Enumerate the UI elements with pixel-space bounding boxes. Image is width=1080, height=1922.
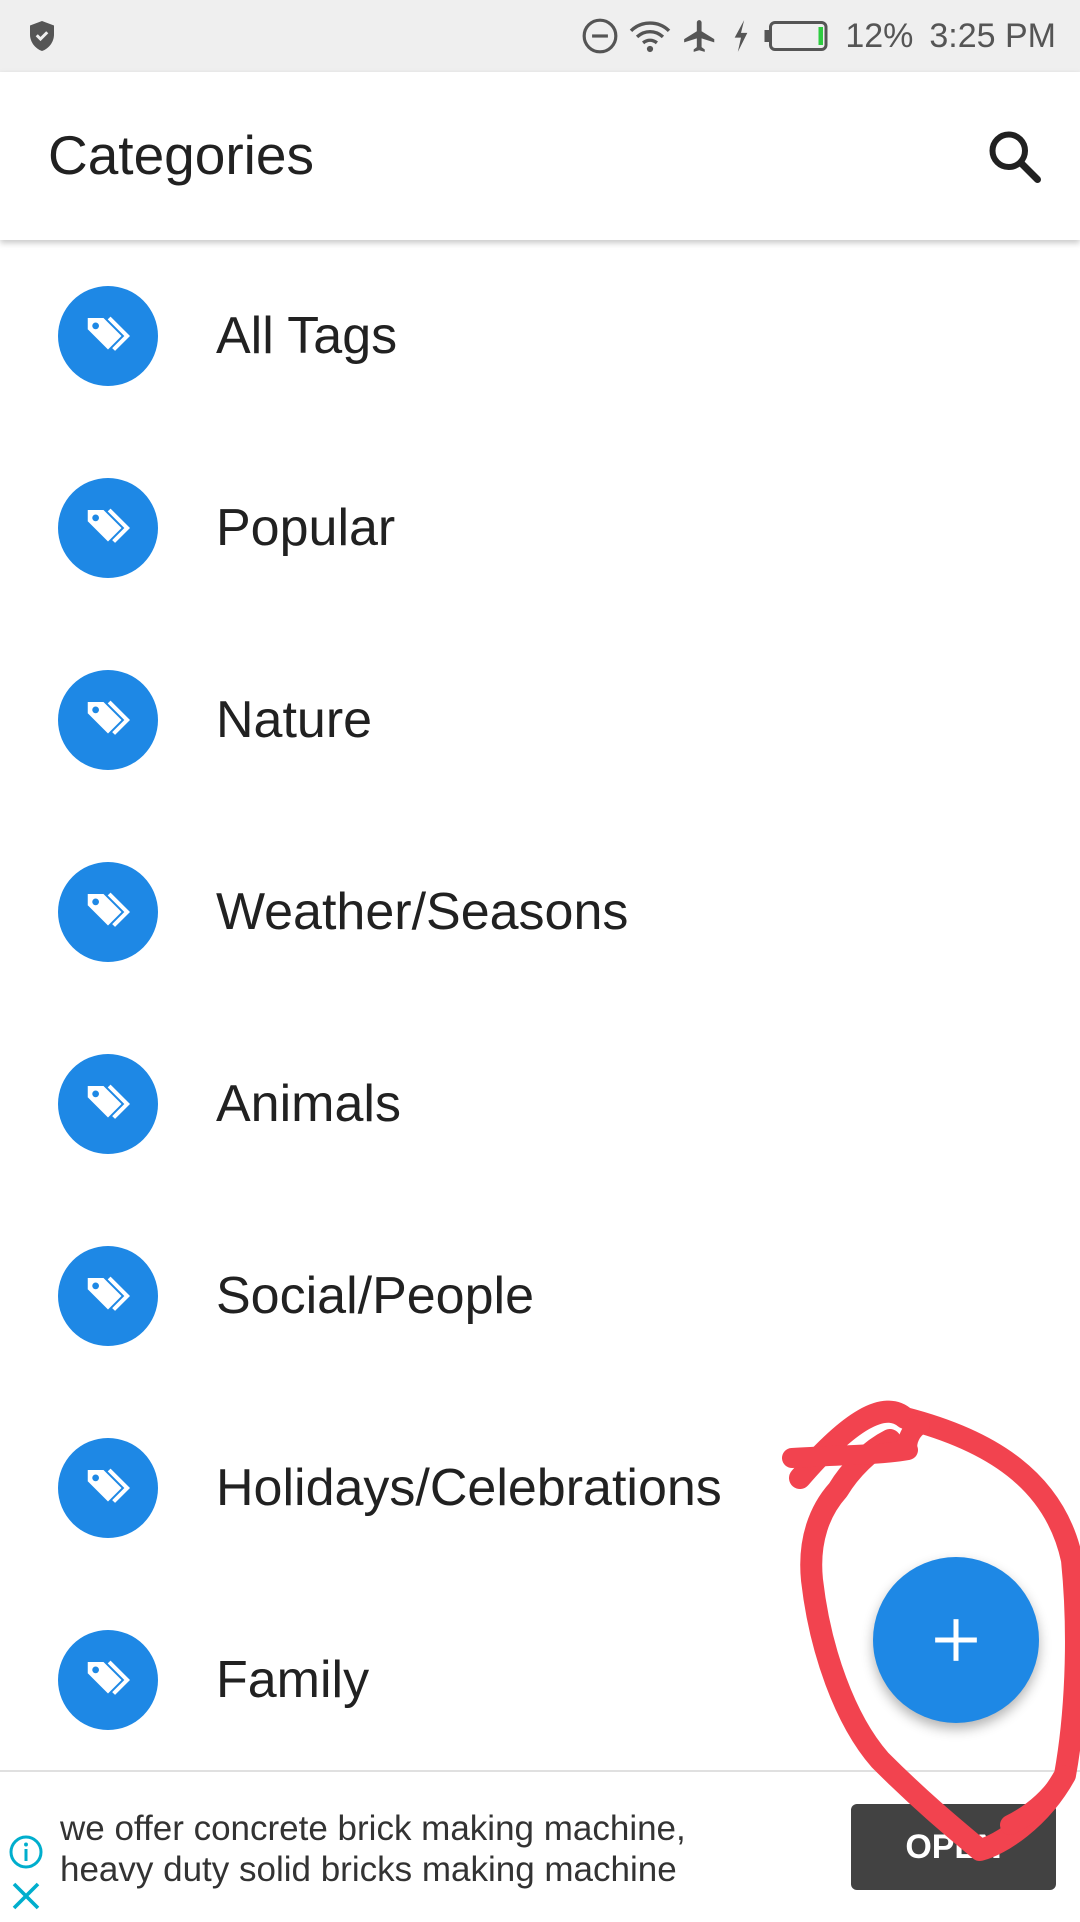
- status-icons: 12% 3:25 PM: [581, 0, 1056, 72]
- tag-icon: [87, 1084, 130, 1119]
- airplane-icon: [684, 20, 715, 52]
- category-avatar: [58, 1438, 158, 1538]
- category-avatar: [58, 1054, 158, 1154]
- plus-icon: [935, 1619, 977, 1661]
- ad-text[interactable]: we offer concrete brick making machine, …: [60, 1808, 800, 1890]
- category-label: Family: [216, 1651, 370, 1709]
- ad-text-line: heavy duty solid bricks making machine: [60, 1850, 677, 1889]
- search-button[interactable]: [980, 122, 1050, 192]
- category-avatar: [58, 1246, 158, 1346]
- page-title: Categories: [48, 124, 314, 186]
- category-label: Holidays/Celebrations: [216, 1459, 722, 1517]
- category-item-weather-seasons[interactable]: Weather/Seasons: [0, 816, 1080, 1008]
- category-item-nature[interactable]: Nature: [0, 624, 1080, 816]
- category-label: All Tags: [216, 307, 398, 365]
- category-item-animals[interactable]: Animals: [0, 1008, 1080, 1200]
- category-item-holidays-celebrations[interactable]: Holidays/Celebrations: [0, 1392, 1080, 1584]
- shield-icon: [30, 21, 54, 51]
- clock: 3:25 PM: [929, 16, 1056, 55]
- do-not-disturb-icon: [582, 18, 618, 54]
- app-bar: Categories: [0, 72, 1080, 240]
- wifi-icon: [630, 21, 671, 53]
- tag-icon: [87, 1660, 130, 1695]
- category-item-social-people[interactable]: Social/People: [0, 1200, 1080, 1392]
- category-list: All Tags Popular Nature Weather/Seasons …: [0, 240, 1080, 1776]
- category-avatar: [58, 1630, 158, 1730]
- category-avatar: [58, 862, 158, 962]
- category-label: Animals: [216, 1075, 401, 1133]
- tag-icon: [87, 700, 130, 735]
- charging-icon: [734, 20, 748, 52]
- search-icon: [989, 131, 1041, 183]
- category-label: Popular: [216, 499, 396, 557]
- category-avatar: [58, 670, 158, 770]
- category-label: Social/People: [216, 1267, 534, 1325]
- tag-icon: [87, 508, 130, 543]
- close-icon[interactable]: [8, 1878, 44, 1914]
- category-label: Weather/Seasons: [216, 883, 629, 941]
- battery-icon: [764, 21, 828, 51]
- ad-open-button[interactable]: OPEN: [851, 1804, 1056, 1890]
- info-icon[interactable]: [8, 1834, 44, 1870]
- category-label: Nature: [216, 691, 373, 749]
- tag-icon: [87, 1468, 130, 1503]
- battery-percent: 12%: [845, 16, 914, 55]
- add-category-button[interactable]: [873, 1557, 1039, 1723]
- ad-text-line: we offer concrete brick making machine,: [60, 1809, 686, 1848]
- tag-icon: [87, 316, 130, 351]
- category-avatar: [58, 286, 158, 386]
- category-item-all-tags[interactable]: All Tags: [0, 240, 1080, 432]
- ad-banner: we offer concrete brick making machine, …: [0, 1770, 1080, 1922]
- status-bar: 12% 3:25 PM: [0, 0, 1080, 72]
- category-avatar: [58, 478, 158, 578]
- tag-icon: [87, 1276, 130, 1311]
- tag-icon: [87, 892, 130, 927]
- category-item-popular[interactable]: Popular: [0, 432, 1080, 624]
